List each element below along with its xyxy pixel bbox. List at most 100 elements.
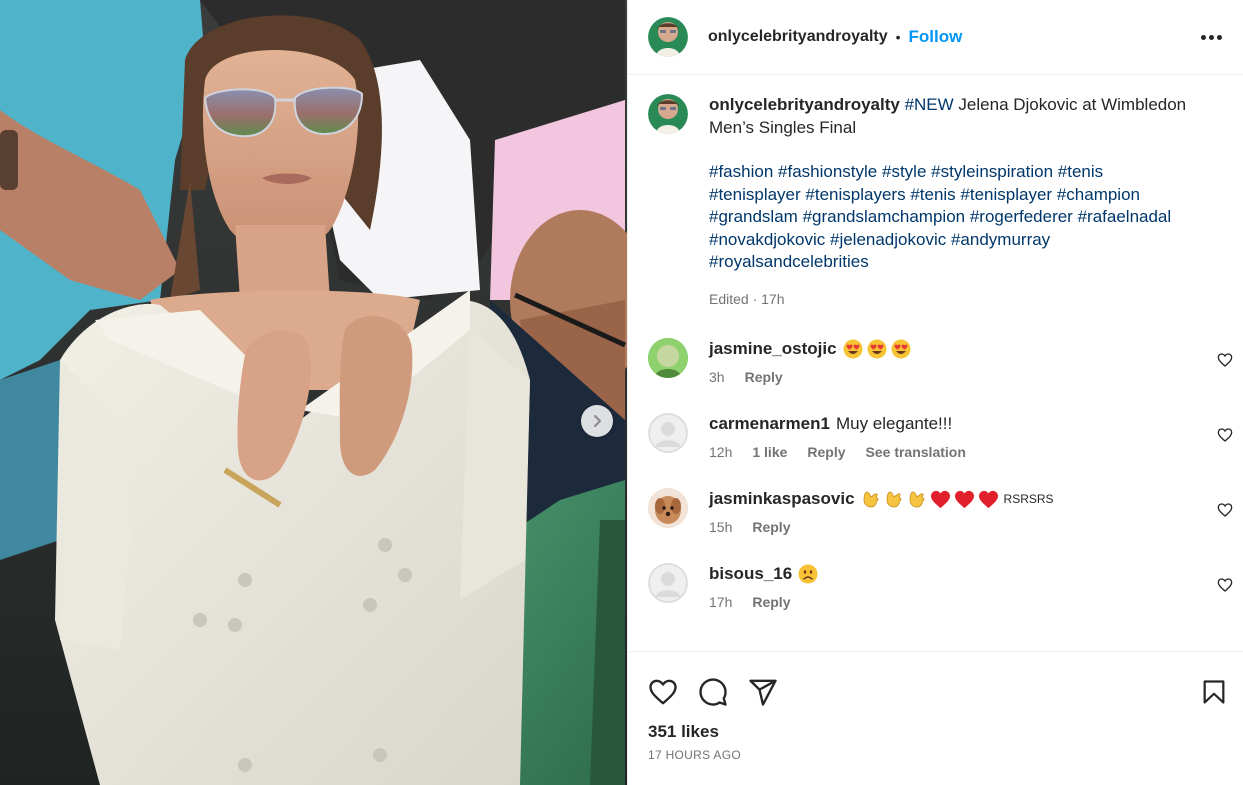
avatar-image [648,94,688,134]
comment-time: 17h [709,594,733,610]
reply-button[interactable]: Reply [807,444,845,460]
comment-body: jasminkaspasovic RSRSRS 15h Reply [709,488,1222,535]
reply-button[interactable]: Reply [752,519,790,535]
hashtag-link[interactable]: #grandslamchampion [803,207,966,226]
hashtag-link[interactable]: #rogerfederer [970,207,1073,226]
red-heart-emoji-icon [978,490,998,508]
hashtag-link[interactable]: #champion [1057,185,1140,204]
comment-text: bisous_16 [709,563,1222,585]
hashtag-link[interactable]: #tenisplayer [709,185,801,204]
post-actions: 351 likes 17 HOURS AGO [628,651,1243,785]
commenter-username[interactable]: bisous_16 [709,563,792,585]
reply-button[interactable]: Reply [752,594,790,610]
comment-meta: 17h Reply [709,594,1222,610]
follow-button[interactable]: Follow [909,27,963,47]
hashtag-link[interactable]: #andymurray [951,230,1050,249]
heart-icon[interactable] [647,676,679,708]
chevron-right-icon [593,414,602,428]
like-comment-heart-icon[interactable] [1217,577,1233,593]
caption-body: onlycelebrityandroyalty #NEW Jelena Djok… [709,94,1222,310]
action-buttons [628,652,1243,716]
default-avatar-icon [648,413,688,453]
caption-avatar[interactable] [648,94,688,134]
hashtag-link[interactable]: #NEW [905,95,954,114]
caption-username[interactable]: onlycelebrityandroyalty [709,95,900,114]
reply-button[interactable]: Reply [745,369,783,385]
comment-likes-link[interactable]: 1 like [752,444,787,460]
comment-item: carmenarmen1 Muy elegante!!! 12h 1 like … [628,413,1243,460]
commenter-avatar[interactable] [648,338,688,378]
hashtag-link[interactable]: #tenis [1058,162,1103,181]
caption-text: onlycelebrityandroyalty #NEW Jelena Djok… [709,94,1222,139]
comment-meta: 3h Reply [709,369,1222,385]
avatar-image [648,338,688,378]
hashtag-link[interactable]: #royalsandcelebrities [709,252,869,271]
hashtag-link[interactable]: #style [882,162,926,181]
like-comment-heart-icon[interactable] [1217,352,1233,368]
separator-dot: • [895,29,901,45]
like-comment-heart-icon[interactable] [1217,502,1233,518]
caption-hashtags: #fashion #fashionstyle #style #styleinsp… [709,161,1222,274]
comment-text: jasmine_ostojic [709,338,1222,360]
commenter-username[interactable]: jasmine_ostojic [709,338,837,360]
commenter-avatar[interactable] [648,563,688,603]
commenter-avatar[interactable] [648,413,688,453]
hashtag-link[interactable]: #tenisplayers [805,185,905,204]
likes-count[interactable]: 351 likes [628,716,1243,742]
clapping-hands-emoji-icon [886,491,902,508]
comment-item: jasminkaspasovic RSRSRS 15h Reply [628,488,1243,535]
hashtag-link[interactable]: #tenisplayer [960,185,1052,204]
author-avatar[interactable] [648,17,688,57]
clapping-hands-emoji-icon [863,491,879,508]
avatar-image [648,17,688,57]
hashtag-link[interactable]: #grandslam [709,207,798,226]
commenter-username[interactable]: carmenarmen1 [709,413,830,435]
default-avatar-icon [648,563,688,603]
commenter-avatar[interactable] [648,488,688,528]
post-photo[interactable] [0,0,627,785]
comment-time: 12h [709,444,733,460]
sad-face-emoji-icon [798,564,818,584]
red-heart-emoji-icon [954,490,974,508]
comment-meta: 12h 1 like Reply See translation [709,444,1222,460]
hashtag-link[interactable]: #fashion [709,162,773,181]
heart-eyes-emoji-icon [843,339,863,359]
commenter-username[interactable]: jasminkaspasovic [709,488,855,510]
post-photo-image [0,0,627,785]
comment-item: bisous_16 17h Reply [628,563,1243,610]
next-photo-button[interactable] [581,405,613,437]
comment-time: 15h [709,519,733,535]
post-header: onlycelebrityandroyalty • Follow [628,0,1243,75]
post-caption: onlycelebrityandroyalty #NEW Jelena Djok… [628,76,1243,310]
heart-eyes-emoji-icon [891,339,911,359]
heart-eyes-emoji-icon [867,339,887,359]
hashtag-link[interactable]: #tenis [910,185,955,204]
instagram-post: onlycelebrityandroyalty • Follow onlycel… [0,0,1243,785]
comment-body: jasmine_ostojic 3h Reply [709,338,1222,385]
bookmark-icon[interactable] [1198,676,1230,708]
comment-body: bisous_16 17h Reply [709,563,1222,610]
comments-section: onlycelebrityandroyalty #NEW Jelena Djok… [628,76,1243,650]
avatar-image [648,488,688,528]
send-icon[interactable] [747,676,779,708]
author-username[interactable]: onlycelebrityandroyalty [708,28,888,46]
caption-meta: Edited · 17h [709,288,1222,311]
comment-body: carmenarmen1 Muy elegante!!! 12h 1 like … [709,413,1222,460]
red-heart-emoji-icon [930,490,950,508]
hashtag-link[interactable]: #novakdjokovic [709,230,825,249]
comment-text: jasminkaspasovic RSRSRS [709,488,1222,510]
comment-icon[interactable] [697,676,729,708]
comment-text: carmenarmen1 Muy elegante!!! [709,413,1222,435]
hashtag-link[interactable]: #styleinspiration [931,162,1053,181]
caption-edited-time: Edited · 17h [709,290,785,307]
see-translation-button[interactable]: See translation [866,444,966,460]
like-comment-heart-icon[interactable] [1217,427,1233,443]
hashtag-link[interactable]: #rafaelnadal [1078,207,1172,226]
more-options-icon[interactable] [1201,29,1222,46]
hashtag-link[interactable]: #jelenadjokovic [830,230,946,249]
comment-item: jasmine_ostojic 3h Reply [628,338,1243,385]
post-time: 17 HOURS AGO [648,748,741,762]
clapping-hands-emoji-icon [909,491,925,508]
comment-message: Muy elegante!!! [835,414,953,433]
hashtag-link[interactable]: #fashionstyle [778,162,877,181]
